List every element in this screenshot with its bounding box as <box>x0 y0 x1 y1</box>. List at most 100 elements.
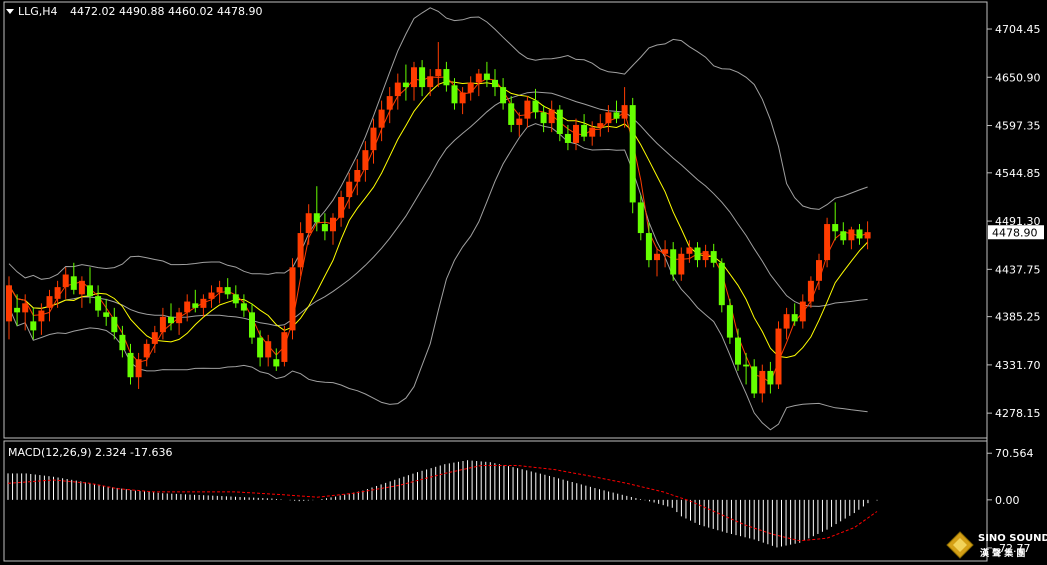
candle[interactable] <box>362 141 369 182</box>
candle[interactable] <box>799 294 806 329</box>
candle[interactable] <box>330 213 336 245</box>
candle[interactable] <box>46 289 53 322</box>
candle[interactable] <box>783 307 790 340</box>
candle-body <box>540 112 547 124</box>
candle[interactable] <box>443 61 450 92</box>
candle-body <box>313 213 320 223</box>
candle[interactable] <box>807 276 814 308</box>
price-tick-label: 4597.35 <box>995 120 1041 133</box>
candle[interactable] <box>767 361 774 394</box>
candle[interactable] <box>338 190 345 227</box>
candle[interactable] <box>208 285 215 308</box>
candle[interactable] <box>257 330 264 367</box>
bollinger-middle-line <box>8 91 868 327</box>
candle-body <box>532 100 539 113</box>
candle[interactable] <box>832 202 839 241</box>
candle[interactable] <box>427 69 434 97</box>
macd-panel-frame <box>3 440 988 562</box>
candle[interactable] <box>500 78 507 110</box>
candle[interactable] <box>475 69 482 97</box>
candle[interactable] <box>605 105 612 133</box>
candle-body <box>281 332 288 362</box>
candle[interactable] <box>654 247 660 277</box>
candle[interactable] <box>856 224 863 245</box>
candle[interactable] <box>645 222 652 268</box>
candle[interactable] <box>143 339 150 367</box>
candle[interactable] <box>62 267 69 299</box>
candle-body <box>856 229 863 239</box>
candle[interactable] <box>670 242 677 281</box>
candle[interactable] <box>232 285 239 308</box>
candle[interactable] <box>354 159 361 196</box>
candle-body <box>54 287 61 299</box>
candle[interactable] <box>321 213 328 241</box>
candle-body <box>500 87 507 104</box>
candle[interactable] <box>95 285 102 317</box>
candle[interactable] <box>710 243 717 268</box>
candle[interactable] <box>824 217 831 268</box>
candle[interactable] <box>386 87 393 124</box>
candle[interactable] <box>103 298 110 326</box>
candle[interactable] <box>816 253 822 290</box>
candle[interactable] <box>200 294 207 317</box>
candle[interactable] <box>6 276 12 340</box>
candle[interactable] <box>759 364 766 403</box>
candle[interactable] <box>435 42 442 88</box>
candle[interactable] <box>743 352 750 385</box>
candle-body <box>159 316 166 333</box>
candle[interactable] <box>678 247 685 281</box>
candle-body <box>216 287 223 293</box>
candle[interactable] <box>735 328 741 371</box>
candle-body <box>710 251 717 263</box>
candle[interactable] <box>694 242 701 268</box>
candle[interactable] <box>216 280 223 304</box>
candle[interactable] <box>467 76 474 101</box>
candle[interactable] <box>524 96 531 128</box>
candle[interactable] <box>289 258 296 340</box>
macd-plot-area[interactable] <box>7 460 878 548</box>
candle[interactable] <box>718 258 725 313</box>
candle[interactable] <box>135 352 142 389</box>
chart-canvas[interactable]: 4704.454650.904597.354544.854491.304437.… <box>0 0 1047 565</box>
candle-body <box>840 231 847 241</box>
candle[interactable] <box>532 88 539 119</box>
candle[interactable] <box>240 294 247 317</box>
candle-body <box>605 112 612 124</box>
candle[interactable] <box>775 321 782 389</box>
candle[interactable] <box>540 105 547 133</box>
candle[interactable] <box>564 124 571 151</box>
candle[interactable] <box>848 226 855 250</box>
candle[interactable] <box>265 334 272 367</box>
candle[interactable] <box>87 267 93 304</box>
candle[interactable] <box>127 343 134 385</box>
symbol-dropdown-icon[interactable] <box>6 9 14 14</box>
candle-body <box>548 109 555 124</box>
candle[interactable] <box>751 359 758 398</box>
candle-body <box>516 118 523 125</box>
candle[interactable] <box>597 114 604 137</box>
main-plot-area[interactable] <box>6 7 871 431</box>
candle[interactable] <box>581 114 588 142</box>
candle[interactable] <box>411 61 417 101</box>
candle[interactable] <box>249 303 255 344</box>
candle[interactable] <box>791 303 798 326</box>
candle[interactable] <box>516 112 523 137</box>
candle[interactable] <box>702 244 709 268</box>
candle-body <box>135 359 142 378</box>
candle[interactable] <box>726 298 733 344</box>
candle[interactable] <box>864 221 871 250</box>
candle-body <box>694 247 701 261</box>
candle[interactable] <box>492 69 498 97</box>
candle[interactable] <box>281 325 288 367</box>
candle[interactable] <box>402 64 409 101</box>
candle[interactable] <box>224 278 231 299</box>
candle[interactable] <box>176 307 183 335</box>
candle[interactable] <box>70 262 77 295</box>
candle[interactable] <box>78 276 85 308</box>
candle[interactable] <box>370 118 377 164</box>
candle[interactable] <box>419 60 426 97</box>
candle[interactable] <box>629 97 636 214</box>
candle[interactable] <box>686 240 693 263</box>
candle[interactable] <box>840 222 847 245</box>
candle[interactable] <box>394 73 401 110</box>
